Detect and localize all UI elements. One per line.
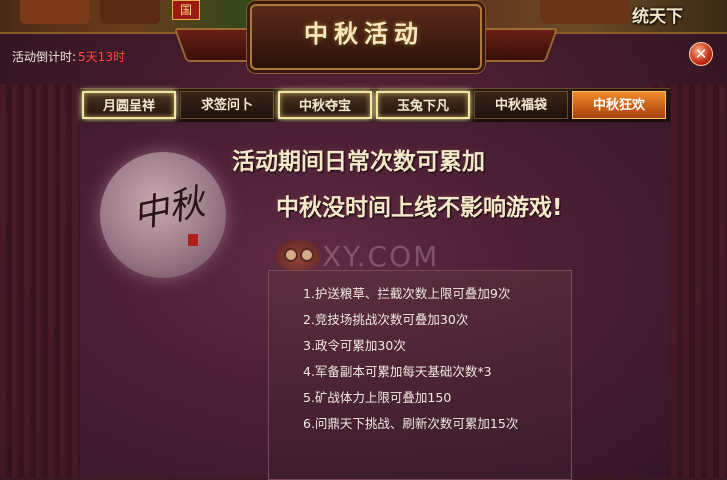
tab-bar: 月圆呈祥 求签问卜 中秋夺宝 玉兔下凡 中秋福袋 中秋狂欢 xyxy=(80,88,670,124)
tab-jade-rabbit[interactable]: 玉兔下凡 xyxy=(376,91,470,119)
moon-calligraphy: 中秋 xyxy=(129,181,209,237)
list-item: 6.问鼎天下挑战、刷新次数可累加15次 xyxy=(303,416,519,431)
tab-label: 求签问卜 xyxy=(200,98,253,113)
close-button[interactable]: ✕ xyxy=(689,42,713,66)
tab-label: 玉兔下凡 xyxy=(396,99,449,114)
countdown-value: 5天13时 xyxy=(78,50,125,64)
countdown: 活动倒计时: 5天13时 xyxy=(12,48,125,65)
rules-list: 1.护送粮草、拦截次数上限可叠加9次 2.竞技场挑战次数可叠加30次 3.政令可… xyxy=(268,270,572,480)
owl-mascot xyxy=(276,240,320,270)
world-banner-badge: 国 xyxy=(172,0,200,20)
list-item: 3.政令可累加30次 xyxy=(303,338,406,353)
countdown-label: 活动倒计时: xyxy=(12,50,77,64)
dialog-title: 中秋活动 xyxy=(304,19,424,48)
headline-1: 活动期间日常次数可累加 xyxy=(232,149,485,175)
list-item: 4.军备副本可累加每天基础次数*3 xyxy=(303,364,492,379)
seal-stamp xyxy=(188,234,198,246)
list-item: 5.矿战体力上限可叠加150 xyxy=(303,390,452,405)
moon-illustration: 中秋 xyxy=(100,152,226,278)
tab-lucky-bag[interactable]: 中秋福袋 xyxy=(474,91,568,119)
building-roof xyxy=(540,0,630,24)
tab-label: 中秋夺宝 xyxy=(298,99,351,114)
list-item: 1.护送粮草、拦截次数上限可叠加9次 xyxy=(303,286,511,301)
tab-fortune-draw[interactable]: 求签问卜 xyxy=(180,91,274,119)
building-roof xyxy=(100,0,160,24)
owl-eye xyxy=(300,248,314,262)
tab-treasure-hunt[interactable]: 中秋夺宝 xyxy=(278,91,372,119)
curtain-left xyxy=(0,84,80,478)
tab-label: 中秋福袋 xyxy=(494,98,547,113)
tab-label: 月圆呈祥 xyxy=(102,99,155,114)
tab-moon-blessing[interactable]: 月圆呈祥 xyxy=(82,91,176,119)
list-item: 2.竞技场挑战次数可叠加30次 xyxy=(303,312,469,327)
headline-2: 中秋没时间上线不影响游戏! xyxy=(276,195,563,221)
building-roof xyxy=(20,0,90,24)
tab-label: 中秋狂欢 xyxy=(592,98,645,113)
tab-content: 中秋 活动期间日常次数可累加 中秋没时间上线不影响游戏! XY.COM 1.护送… xyxy=(80,122,670,480)
event-dialog: 中秋活动 活动倒计时: 5天13时 ✕ 月圆呈祥 求签问卜 中秋夺宝 玉兔下凡 中… xyxy=(0,4,727,480)
owl-eye xyxy=(284,248,298,262)
tab-carnival[interactable]: 中秋狂欢 xyxy=(572,91,666,119)
watermark: XY.COM xyxy=(322,240,440,273)
world-banner-text: 统天下 xyxy=(632,7,683,27)
close-icon: ✕ xyxy=(694,45,708,63)
